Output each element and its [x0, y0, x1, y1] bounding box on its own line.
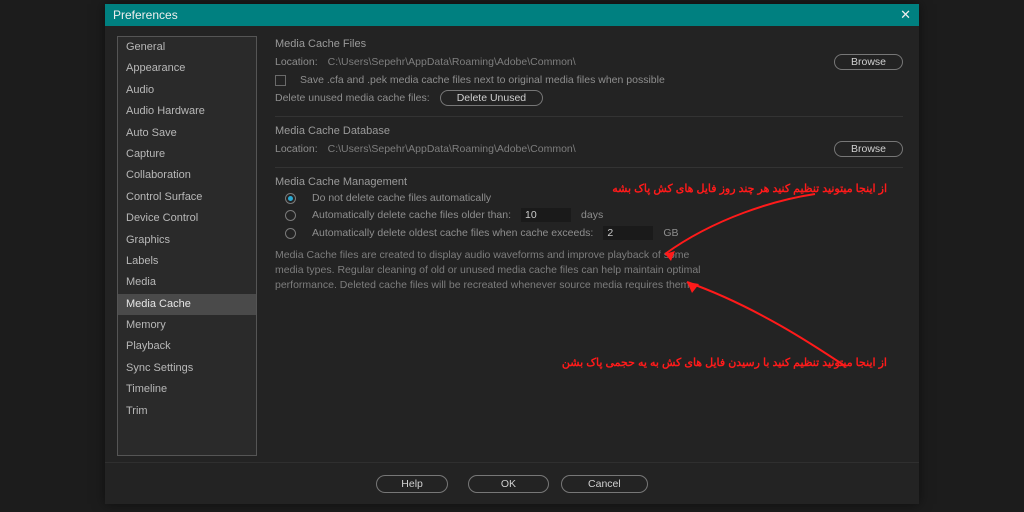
radio-delete-days-label: Automatically delete cache files older t…	[312, 209, 511, 221]
category-sidebar: GeneralAppearanceAudioAudio HardwareAuto…	[117, 36, 257, 456]
annotation-size: از اینجا میتونید تنظیم کنید با رسیدن فای…	[562, 356, 887, 369]
sidebar-item-timeline[interactable]: Timeline	[118, 379, 256, 400]
sidebar-item-collaboration[interactable]: Collaboration	[118, 165, 256, 186]
cache-db-path: C:\Users\Sepehr\AppData\Roaming\Adobe\Co…	[328, 143, 576, 155]
section-heading-cache-db: Media Cache Database	[275, 125, 903, 137]
divider	[275, 116, 903, 117]
sidebar-item-auto-save[interactable]: Auto Save	[118, 123, 256, 144]
dialog-title: Preferences	[113, 8, 178, 22]
location-label: Location:	[275, 56, 318, 68]
sidebar-item-device-control[interactable]: Device Control	[118, 208, 256, 229]
help-button[interactable]: Help	[376, 475, 448, 493]
preferences-dialog: Preferences ✕ GeneralAppearanceAudioAudi…	[105, 4, 919, 504]
sidebar-item-memory[interactable]: Memory	[118, 315, 256, 336]
cache-help-text: Media Cache files are created to display…	[275, 248, 705, 294]
ok-button[interactable]: OK	[468, 475, 549, 493]
sidebar-item-audio[interactable]: Audio	[118, 80, 256, 101]
delete-unused-button[interactable]: Delete Unused	[440, 90, 543, 106]
sidebar-item-media[interactable]: Media	[118, 272, 256, 293]
sidebar-item-graphics[interactable]: Graphics	[118, 230, 256, 251]
sidebar-item-playback[interactable]: Playback	[118, 336, 256, 357]
radio-delete-days[interactable]	[285, 210, 296, 221]
radio-no-delete-label: Do not delete cache files automatically	[312, 192, 491, 204]
divider	[275, 167, 903, 168]
sidebar-item-media-cache[interactable]: Media Cache	[118, 294, 256, 315]
sidebar-item-sync-settings[interactable]: Sync Settings	[118, 358, 256, 379]
section-heading-cache-files: Media Cache Files	[275, 38, 903, 50]
browse-button-cache-files[interactable]: Browse	[834, 54, 903, 70]
save-next-checkbox[interactable]	[275, 75, 286, 86]
delete-unused-label: Delete unused media cache files:	[275, 92, 430, 104]
sidebar-item-appearance[interactable]: Appearance	[118, 58, 256, 79]
radio-delete-size-label: Automatically delete oldest cache files …	[312, 227, 593, 239]
sidebar-item-general[interactable]: General	[118, 37, 256, 58]
location-label-db: Location:	[275, 143, 318, 155]
days-input[interactable]	[521, 208, 571, 222]
sidebar-item-audio-hardware[interactable]: Audio Hardware	[118, 101, 256, 122]
radio-no-delete[interactable]	[285, 193, 296, 204]
annotation-days: از اینجا میتونید تنظیم کنید هر چند روز ف…	[612, 182, 887, 195]
cancel-button[interactable]: Cancel	[561, 475, 648, 493]
save-next-label: Save .cfa and .pek media cache files nex…	[300, 74, 665, 86]
dialog-footer: Help OK Cancel	[105, 462, 919, 504]
close-icon[interactable]: ✕	[900, 7, 911, 23]
content-pane: Media Cache Files Location: C:\Users\Sep…	[275, 36, 907, 456]
dialog-body: GeneralAppearanceAudioAudio HardwareAuto…	[105, 26, 919, 462]
sidebar-item-labels[interactable]: Labels	[118, 251, 256, 272]
days-unit: days	[581, 209, 603, 221]
browse-button-cache-db[interactable]: Browse	[834, 141, 903, 157]
sidebar-item-trim[interactable]: Trim	[118, 401, 256, 422]
sidebar-item-control-surface[interactable]: Control Surface	[118, 187, 256, 208]
sidebar-item-capture[interactable]: Capture	[118, 144, 256, 165]
cache-files-path: C:\Users\Sepehr\AppData\Roaming\Adobe\Co…	[328, 56, 576, 68]
titlebar: Preferences ✕	[105, 4, 919, 26]
size-input[interactable]	[603, 226, 653, 240]
size-unit: GB	[663, 227, 678, 239]
radio-delete-size[interactable]	[285, 228, 296, 239]
